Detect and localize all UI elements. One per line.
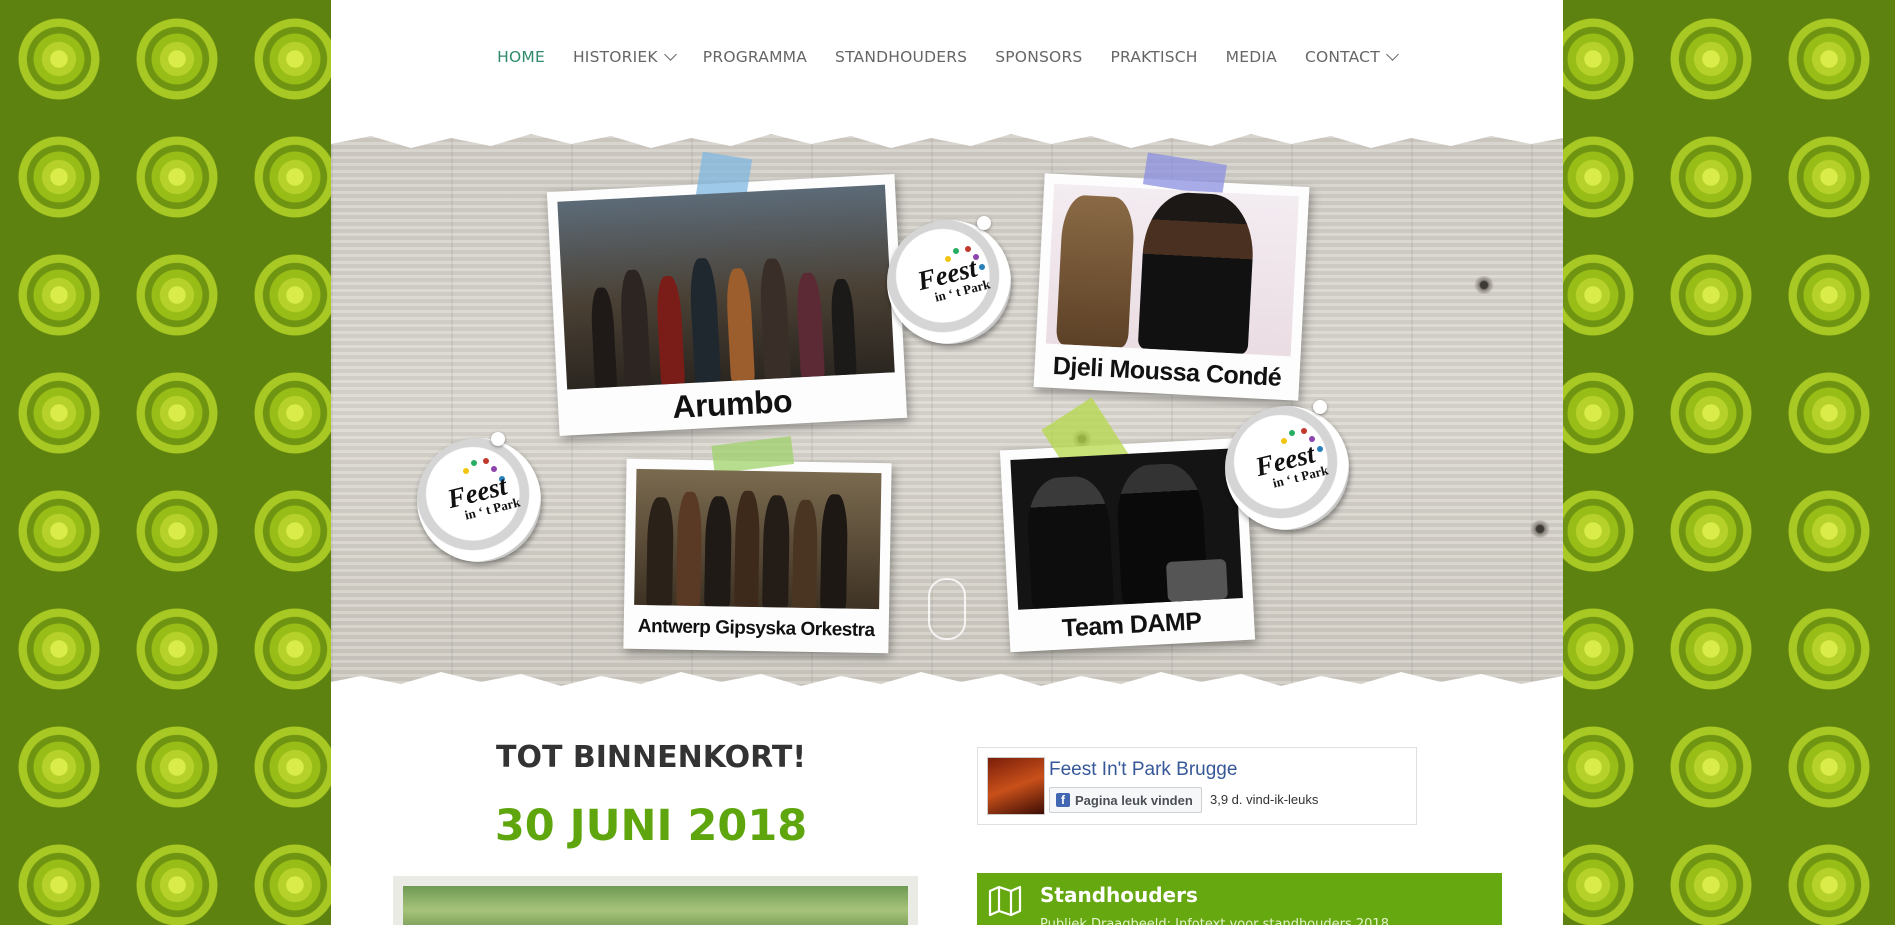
nav-programma[interactable]: PROGRAMMA [703, 48, 807, 66]
standhouders-box[interactable]: Standhouders Publiek Draagbeeld: Infotex… [977, 873, 1502, 925]
section-heading: TOT BINNENKORT! [495, 740, 807, 775]
act-name: Antwerp Gipsyska Orkestra [637, 615, 875, 642]
facebook-like-count: 3,9 d. vind-ik-leuks [1210, 792, 1319, 807]
nav-label: HOME [497, 48, 545, 66]
nav-standhouders[interactable]: STANDHOUDERS [835, 48, 967, 66]
logo-text: Feest in ‘ t Park [444, 470, 522, 523]
nav-sponsors[interactable]: SPONSORS [995, 48, 1082, 66]
festival-photo-image [403, 886, 908, 925]
feest-in-t-park-logo: Feest in ‘ t Park [417, 432, 541, 562]
nav-label: SPONSORS [995, 48, 1083, 66]
nav-media[interactable]: MEDIA [1226, 48, 1277, 66]
nav-label: MEDIA [1225, 48, 1277, 66]
nav-label: PROGRAMMA [702, 48, 808, 66]
act-card-arumbo[interactable]: Arumbo [546, 151, 908, 436]
act-card-djeli-moussa-conde[interactable]: Djeli Moussa Condé [1033, 152, 1310, 401]
nav-label: HISTORIEK [572, 48, 658, 66]
act-photo [1045, 183, 1299, 357]
chevron-down-icon [1385, 48, 1399, 61]
wood-knot [1529, 520, 1551, 538]
standhouders-title: Standhouders [1040, 883, 1198, 907]
nav-label: PRAKTISCH [1110, 48, 1198, 66]
nav-label: CONTACT [1304, 48, 1380, 66]
standhouders-subtitle: Publiek Draagbeeld: Infotext voor standh… [1040, 917, 1389, 925]
act-photo [634, 468, 882, 610]
nav-home[interactable]: HOME [497, 48, 545, 66]
facebook-like-label: Pagina leuk vinden [1075, 792, 1193, 808]
page: HOME HISTORIEK PROGRAMMA STANDHOUDERS SP… [331, 0, 1563, 925]
hero-slider[interactable]: Arumbo Djeli Moussa Condé Antwerp Gipsys… [331, 124, 1563, 694]
main-nav: HOME HISTORIEK PROGRAMMA STANDHOUDERS SP… [331, 48, 1563, 66]
facebook-page-name-link[interactable]: Feest In't Park Brugge [1049, 759, 1237, 781]
map-icon [988, 885, 1022, 917]
act-card-antwerp-gipsyska-orkestra[interactable]: Antwerp Gipsyska Orkestra [623, 436, 892, 654]
wood-knot [1473, 276, 1495, 294]
tape [711, 436, 795, 474]
torn-edge-top [331, 124, 1563, 148]
facebook-page-widget: Feest In't Park Brugge f Pagina leuk vin… [977, 747, 1417, 825]
act-card-team-damp[interactable]: Team DAMP [999, 397, 1256, 653]
countdown-section: TOT BINNENKORT! 30 JUNI 2018 [391, 740, 911, 851]
feest-in-t-park-logo: Feest in ‘ t Park [1225, 400, 1349, 530]
nav-historiek[interactable]: HISTORIEK [572, 48, 677, 66]
nav-contact[interactable]: CONTACT [1304, 48, 1399, 66]
facebook-icon: f [1056, 793, 1070, 807]
act-photo [557, 184, 895, 390]
facebook-page-thumbnail[interactable] [987, 757, 1045, 815]
act-photo [1010, 448, 1243, 610]
nav-praktisch[interactable]: PRAKTISCH [1110, 48, 1197, 66]
torn-edge-bottom [331, 672, 1563, 694]
facebook-like-button[interactable]: f Pagina leuk vinden [1049, 787, 1202, 813]
slider-indicator[interactable] [928, 578, 966, 640]
festival-photo [393, 876, 918, 925]
chevron-down-icon [663, 48, 677, 61]
nav-label: STANDHOUDERS [835, 48, 968, 66]
feest-in-t-park-logo: Feest in ‘ t Park [887, 216, 1011, 344]
event-date: 30 JUNI 2018 [494, 801, 808, 851]
